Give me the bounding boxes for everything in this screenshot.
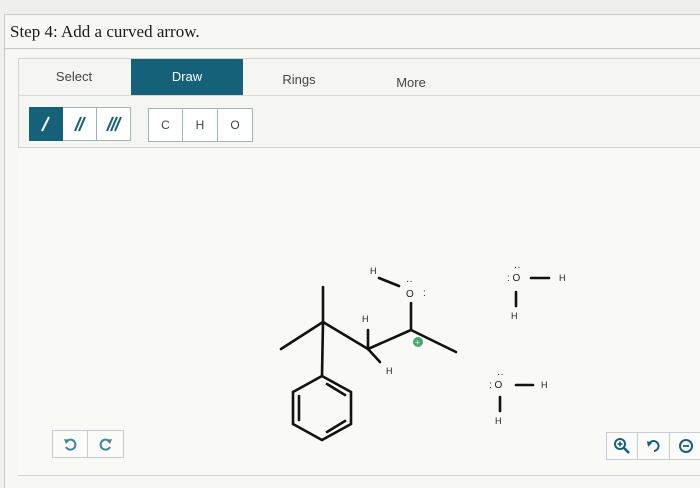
ch-h-bond-lower[interactable] <box>366 347 382 364</box>
water1-h-right[interactable]: H <box>559 273 566 283</box>
water2-oxygen[interactable]: : O <box>489 380 503 391</box>
atom-h-mid[interactable]: H <box>362 314 369 324</box>
o-lone-pair-right: : <box>423 288 426 299</box>
carbon-carbon-bond[interactable] <box>321 320 370 351</box>
canvas-bottom-border <box>18 475 700 476</box>
atom-h-top[interactable]: H <box>370 266 377 276</box>
water1-h-below[interactable]: H <box>511 311 518 321</box>
o-lone-pair-top: ·· <box>406 276 413 287</box>
history-controls <box>52 430 124 458</box>
h-o-bond[interactable] <box>377 276 401 288</box>
water2-h-right[interactable]: H <box>541 380 548 390</box>
water2-lone-pair-top: ·· <box>497 369 504 380</box>
water2-h-below[interactable]: H <box>495 416 502 426</box>
water1-oxygen[interactable]: : O <box>507 273 521 284</box>
zoom-out-button[interactable] <box>670 432 700 460</box>
positive-charge-sign: + <box>415 338 420 347</box>
ring-double-bond-2 <box>325 419 347 434</box>
ring-double-bond-1 <box>325 382 347 397</box>
phenyl-bond[interactable] <box>320 320 325 378</box>
reset-arrow-icon <box>646 440 660 452</box>
methyl-bond-left[interactable] <box>279 320 325 351</box>
benzene-ring[interactable] <box>291 374 353 442</box>
zoom-in-button[interactable] <box>606 432 638 460</box>
zoom-controls <box>606 432 700 460</box>
atom-h-low[interactable]: H <box>386 366 393 376</box>
water1-lone-pair-top: ·· <box>514 262 521 273</box>
undo-icon <box>64 438 77 451</box>
ch-cation-bond[interactable] <box>366 328 413 351</box>
zoom-out-icon <box>678 439 693 453</box>
atom-o-top[interactable]: O <box>406 289 414 300</box>
redo-button[interactable] <box>88 430 124 458</box>
redo-icon <box>99 438 112 451</box>
undo-button[interactable] <box>52 430 88 458</box>
molecule-drawing: H O : ·· H H : O ·· H H : O ·· H H + <box>279 262 566 442</box>
reset-view-button[interactable] <box>638 432 670 460</box>
zoom-in-icon <box>614 438 630 454</box>
